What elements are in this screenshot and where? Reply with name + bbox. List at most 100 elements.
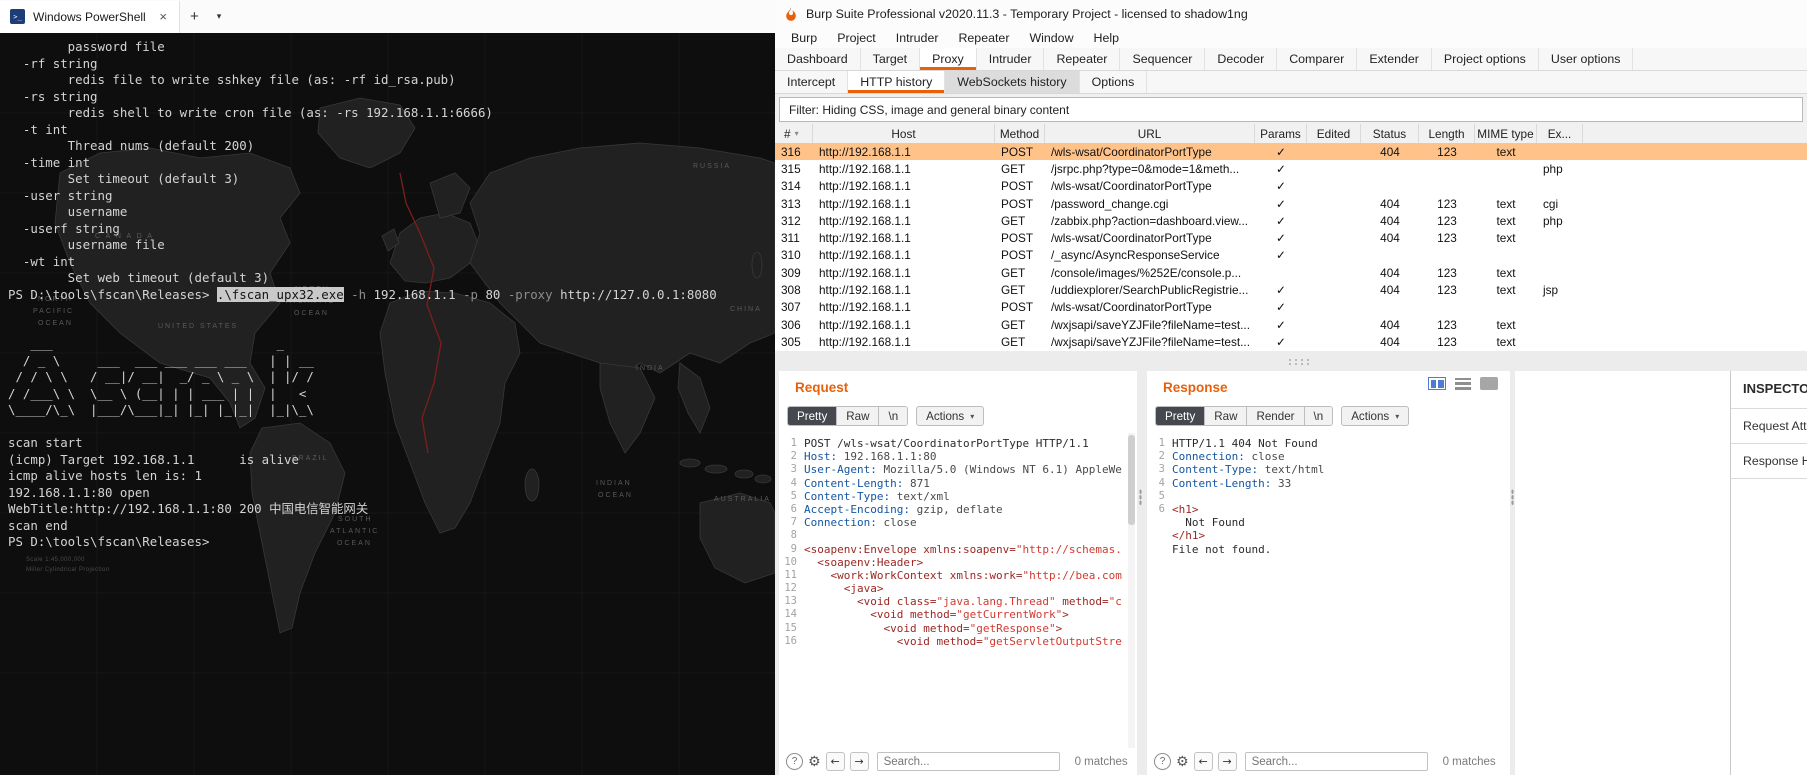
inspector-section-response-headers[interactable]: Response Headers <box>1731 444 1807 479</box>
tab-close-icon[interactable]: × <box>157 9 169 24</box>
subtab-http-history[interactable]: HTTP history <box>848 71 946 93</box>
col-header-item[interactable]: # ▾ <box>775 124 813 143</box>
prev-match-button[interactable]: ← <box>825 752 845 771</box>
subtab-websockets-history[interactable]: WebSockets history <box>945 71 1080 93</box>
menu-burp[interactable]: Burp <box>781 31 827 45</box>
code-text: File not found. <box>1172 543 1271 556</box>
request-scrollbar[interactable] <box>1128 433 1135 748</box>
col-header-ex[interactable]: Ex... <box>1537 124 1583 143</box>
http-history-row[interactable]: 315 http://192.168.1.1 GET/jsrpc.php?type=… <box>775 160 1807 178</box>
horizontal-splitter[interactable] <box>775 351 1807 371</box>
col-header-params[interactable]: Params <box>1255 124 1307 143</box>
terminal-tab-title: Windows PowerShell <box>33 9 146 24</box>
http-history-row[interactable]: 310 http://192.168.1.1 POST /_async/AsyncRe… <box>775 246 1807 265</box>
cell-params: ✓ <box>1276 334 1286 349</box>
col-header-status[interactable]: Status <box>1361 124 1419 143</box>
cell-params: ✓ <box>1276 317 1286 332</box>
tab-extender[interactable]: Extender <box>1357 48 1432 70</box>
http-history-row[interactable]: 313 http://192.168.1.1 POST/password_chang… <box>775 194 1807 213</box>
terminal-line: password file <box>8 39 775 56</box>
terminal-body[interactable]: C A N A D A RUSSIA UNITED STATES CHINA INDIA… <box>0 33 775 775</box>
request-search-input[interactable] <box>876 752 1060 771</box>
http-history-row[interactable]: 305 http://192.168.1.1 GET/wxjsapi/saveYZJ… <box>775 333 1807 351</box>
new-tab-button[interactable]: + <box>180 8 209 25</box>
response-search-input[interactable] <box>1244 752 1428 771</box>
col-header-edited[interactable]: Edited <box>1307 124 1361 143</box>
panel-splitter-handle-icon[interactable] <box>1511 489 1514 506</box>
tab-proxy[interactable]: Proxy <box>920 48 977 70</box>
menu-help[interactable]: Help <box>1084 31 1129 45</box>
splitter-handle-icon[interactable] <box>1287 358 1313 366</box>
request-panel: Request Pretty Raw \n Actions ▾ 1 POST /wls-w… <box>779 371 1137 775</box>
menu-repeater[interactable]: Repeater <box>948 31 1019 45</box>
response-tab-n[interactable]: \n <box>1303 407 1333 425</box>
response-editor[interactable]: 1 HTTP/1.1 404 Not Found 2 Connection: clos… <box>1147 433 1510 748</box>
col-header-url[interactable]: URL <box>1045 124 1255 143</box>
inspector-section-request-attributes[interactable]: Request Attributes <box>1731 409 1807 444</box>
tab-dropdown-icon[interactable]: ▾ <box>209 11 230 22</box>
request-editor[interactable]: 1 POST /wls-wsat/CoordinatorPortType HTTP… <box>779 433 1137 748</box>
tab-user-options[interactable]: User options <box>1539 48 1634 70</box>
menu-window[interactable]: Window <box>1019 31 1083 45</box>
http-history-row[interactable]: 306 http://192.168.1.1 GET/wxjsapi/saveYZJ… <box>775 316 1807 334</box>
tab-sequencer[interactable]: Sequencer <box>1120 48 1206 70</box>
terminal-seg: ___ _ <box>8 336 285 351</box>
http-history-row[interactable]: 311 http://192.168.1.1 POST/wls-wsat/Coord… <box>775 229 1807 247</box>
terminal-line: scan start <box>8 435 775 452</box>
request-tab-n[interactable]: \n <box>878 407 908 425</box>
http-history-row[interactable]: 307 http://192.168.1.1 POST/wls-wsat/Coord… <box>775 298 1807 316</box>
request-scrollbar-thumb[interactable] <box>1128 435 1135 525</box>
subtab-options[interactable]: Options <box>1080 71 1148 93</box>
layout-single-icon[interactable] <box>1480 377 1498 390</box>
http-history-row[interactable]: 312 http://192.168.1.1 GET/zabbix.php?acti… <box>775 212 1807 230</box>
cell-mime: text <box>1496 265 1516 280</box>
http-history-row[interactable]: 309 http://192.168.1.1 GET/console/images/… <box>775 264 1807 282</box>
code-seg: </h1> <box>1172 529 1206 543</box>
code-line: 7 Connection: close <box>779 516 1137 529</box>
response-tab-raw[interactable]: Raw <box>1204 407 1247 425</box>
col-header-mime-type[interactable]: MIME type <box>1475 124 1537 143</box>
col-header-host[interactable]: Host <box>813 124 995 143</box>
layout-columns-icon[interactable] <box>1428 377 1446 390</box>
tab-intruder[interactable]: Intruder <box>977 48 1045 70</box>
terminal-tab-powershell[interactable]: >_ Windows PowerShell × <box>0 0 180 33</box>
tab-repeater[interactable]: Repeater <box>1044 48 1121 70</box>
col-header-method[interactable]: Method <box>995 124 1045 143</box>
prev-match-button[interactable]: ← <box>1193 752 1213 771</box>
request-tab-pretty[interactable]: Pretty <box>788 407 837 425</box>
cell-status: 404 <box>1380 213 1400 228</box>
filter-bar[interactable]: Filter: Hiding CSS, image and general bi… <box>779 97 1803 122</box>
layout-rows-icon[interactable] <box>1455 377 1471 390</box>
tab-target[interactable]: Target <box>861 48 921 70</box>
gear-icon[interactable]: ⚙ <box>808 754 821 770</box>
menu-intruder[interactable]: Intruder <box>886 31 949 45</box>
tab-comparer[interactable]: Comparer <box>1277 48 1358 70</box>
response-tab-pretty[interactable]: Pretty <box>1156 407 1205 425</box>
request-tab-raw[interactable]: Raw <box>836 407 879 425</box>
next-match-button[interactable]: → <box>849 752 869 771</box>
menu-project[interactable]: Project <box>827 31 886 45</box>
code-seg: <soapenv:Envelope xmlns:soapenv= <box>804 542 1016 556</box>
code-line: 4 Content-Length: 871 <box>779 477 1137 490</box>
response-actions-button[interactable]: Actions ▾ <box>1341 406 1410 426</box>
cell-mime: text <box>1496 144 1516 159</box>
tab-project-options[interactable]: Project options <box>1432 48 1539 70</box>
col-header-length[interactable]: Length <box>1419 124 1475 143</box>
terminal-output[interactable]: password file -rf string redis file to w… <box>8 39 775 775</box>
tab-decoder[interactable]: Decoder <box>1205 48 1278 70</box>
gear-icon[interactable]: ⚙ <box>1176 754 1189 770</box>
request-actions-button[interactable]: Actions ▾ <box>916 406 985 426</box>
http-history-row[interactable]: 308 http://192.168.1.1 GET/uddiexplorer/Se… <box>775 281 1807 299</box>
terminal-line: username <box>8 204 775 221</box>
help-icon[interactable]: ? <box>786 753 803 770</box>
next-match-button[interactable]: → <box>1217 752 1237 771</box>
subtab-intercept[interactable]: Intercept <box>775 71 849 93</box>
help-icon[interactable]: ? <box>1154 753 1171 770</box>
terminal-line: -userf string <box>8 221 775 238</box>
http-history-row[interactable]: 316 http://192.168.1.1 POST/wls-wsat/Coord… <box>775 143 1807 161</box>
tab-dashboard[interactable]: Dashboard <box>775 48 861 70</box>
response-tab-render[interactable]: Render <box>1246 407 1304 425</box>
http-history-row[interactable]: 314 http://192.168.1.1 POST/wls-wsat/Coord… <box>775 177 1807 195</box>
panel-splitter-handle-icon[interactable] <box>1139 489 1142 506</box>
